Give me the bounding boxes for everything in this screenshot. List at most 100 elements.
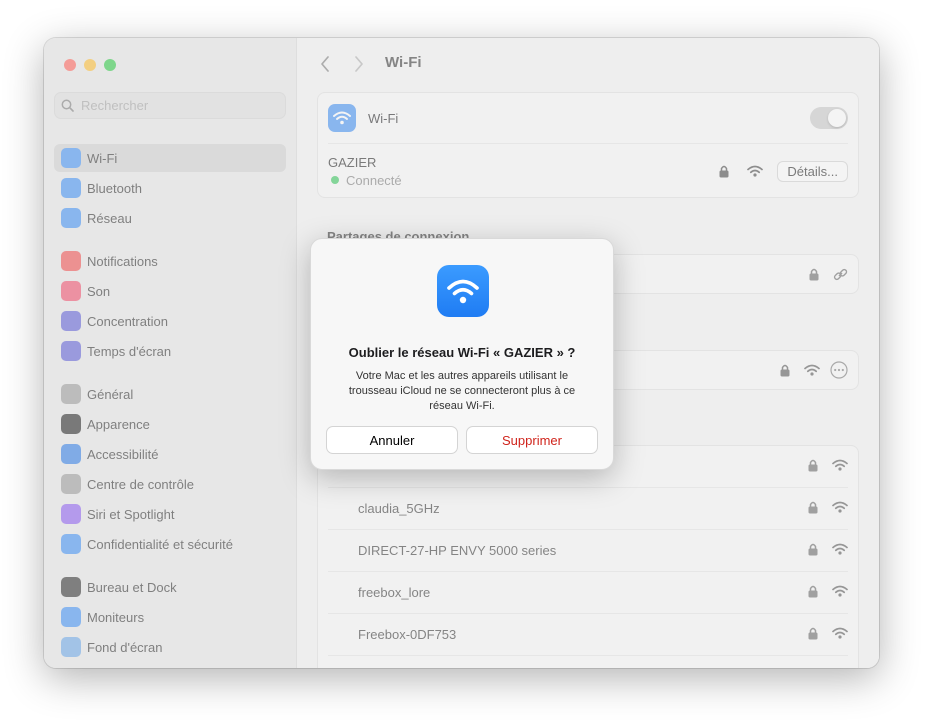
lock-icon bbox=[808, 459, 818, 475]
wifi-app-icon bbox=[328, 104, 356, 132]
lock-icon bbox=[808, 543, 818, 559]
sidebar-item-label: Confidentialité et sécurité bbox=[87, 536, 233, 552]
lock-icon bbox=[808, 501, 818, 517]
sidebar-item-label: Wi-Fi bbox=[87, 150, 118, 166]
sidebar: Wi-Fi Bluetooth Réseau Notifications Son Conc… bbox=[44, 38, 297, 668]
wifi-signal-icon bbox=[832, 543, 848, 558]
sidebar-item-label: Accessibilité bbox=[87, 446, 159, 462]
other-networks-card: claudia_5GHz DIRECT-27-HP ENVY 5000 serie… bbox=[317, 445, 859, 668]
network-row[interactable]: claudia_5GHz bbox=[318, 488, 858, 529]
sidebar-item-label: Temps d'écran bbox=[87, 343, 172, 359]
network-row[interactable]: Freebox-42DF9C bbox=[318, 656, 858, 668]
sidebar-item[interactable]: Apparence bbox=[54, 410, 286, 438]
wifi-label: Wi-Fi bbox=[368, 110, 399, 126]
network-name: Freebox-0DF753 bbox=[358, 627, 457, 642]
forward-button[interactable] bbox=[349, 54, 369, 74]
globe-icon bbox=[61, 208, 81, 228]
connection-status: Connecté bbox=[346, 172, 402, 188]
wifi-signal-icon bbox=[832, 627, 848, 642]
wifi-signal-icon bbox=[832, 585, 848, 600]
sidebar-item[interactable]: Bureau et Dock bbox=[54, 573, 286, 601]
chevron-left-icon bbox=[321, 56, 329, 72]
sidebar-item-label: Apparence bbox=[87, 416, 150, 432]
details-button[interactable]: Détails... bbox=[777, 160, 848, 182]
hourglass-icon bbox=[61, 341, 81, 361]
wifi-dialog-icon bbox=[437, 265, 489, 317]
search-field[interactable] bbox=[54, 92, 286, 119]
network-name: DIRECT-27-HP ENVY 5000 series bbox=[358, 543, 557, 558]
page-title: Wi-Fi bbox=[385, 54, 422, 71]
minimize-window-button[interactable] bbox=[84, 59, 96, 71]
sidebar-item-label: Général bbox=[87, 386, 134, 402]
connected-dot-icon bbox=[331, 176, 339, 184]
wifi-icon bbox=[61, 148, 81, 168]
accessibility-icon bbox=[61, 444, 81, 464]
search-input[interactable] bbox=[79, 97, 273, 114]
sidebar-item[interactable]: Bluetooth bbox=[54, 174, 286, 202]
sidebar-item[interactable]: Accessibilité bbox=[54, 440, 286, 468]
wifi-card: Wi-Fi GAZIER Connecté Détails... bbox=[317, 92, 859, 198]
sidebar-item[interactable]: Wi-Fi bbox=[54, 144, 286, 172]
speaker-icon bbox=[61, 281, 81, 301]
sidebar-item[interactable]: Temps d'écran bbox=[54, 337, 286, 365]
network-list: claudia_5GHz DIRECT-27-HP ENVY 5000 serie… bbox=[318, 446, 858, 668]
lock-icon bbox=[809, 268, 819, 280]
more-options-icon[interactable] bbox=[830, 361, 848, 379]
nav-group-gap bbox=[54, 234, 286, 247]
network-row[interactable]: DIRECT-27-HP ENVY 5000 series bbox=[318, 530, 858, 571]
sidebar-item[interactable]: Fond d'écran bbox=[54, 633, 286, 661]
display-icon bbox=[61, 607, 81, 627]
sidebar-item-label: Fond d'écran bbox=[87, 639, 163, 655]
lock-icon bbox=[780, 364, 790, 376]
chevron-right-icon bbox=[355, 56, 363, 72]
hand-icon bbox=[61, 534, 81, 554]
network-name: claudia_5GHz bbox=[358, 501, 440, 516]
back-button[interactable] bbox=[315, 54, 335, 74]
search-icon bbox=[61, 99, 74, 112]
sidebar-item[interactable]: Son bbox=[54, 277, 286, 305]
bluetooth-icon bbox=[61, 178, 81, 198]
sidebar-item-label: Notifications bbox=[87, 253, 158, 269]
siri-icon bbox=[61, 504, 81, 524]
cancel-button[interactable]: Annuler bbox=[326, 426, 458, 454]
dock-icon bbox=[61, 577, 81, 597]
sidebar-item[interactable]: Confidentialité et sécurité bbox=[54, 530, 286, 558]
sidebar-item-label: Centre de contrôle bbox=[87, 476, 194, 492]
lock-icon bbox=[808, 585, 818, 601]
forget-network-dialog: Oublier le réseau Wi-Fi « GAZIER » ? Vot… bbox=[310, 238, 614, 470]
network-row[interactable]: Freebox-0DF753 bbox=[318, 614, 858, 655]
sidebar-item-label: Siri et Spotlight bbox=[87, 506, 175, 522]
moon-icon bbox=[61, 311, 81, 331]
bell-icon bbox=[61, 251, 81, 271]
delete-button[interactable]: Supprimer bbox=[466, 426, 598, 454]
sidebar-item-label: Moniteurs bbox=[87, 609, 145, 625]
sidebar-item[interactable]: Moniteurs bbox=[54, 603, 286, 631]
window-controls bbox=[64, 59, 116, 71]
appearance-icon bbox=[61, 414, 81, 434]
sidebar-item[interactable]: Concentration bbox=[54, 307, 286, 335]
network-row[interactable]: freebox_lore bbox=[318, 572, 858, 613]
wifi-signal-icon bbox=[832, 459, 848, 474]
control-center-icon bbox=[61, 474, 81, 494]
gear-icon bbox=[61, 384, 81, 404]
nav-group-gap bbox=[54, 367, 286, 380]
close-window-button[interactable] bbox=[64, 59, 76, 71]
sidebar-item[interactable]: Notifications bbox=[54, 247, 286, 275]
sidebar-item-label: Concentration bbox=[87, 313, 168, 329]
maximize-window-button[interactable] bbox=[104, 59, 116, 71]
wifi-toggle[interactable] bbox=[810, 107, 848, 129]
lock-icon bbox=[808, 627, 818, 643]
wifi-signal-icon bbox=[832, 501, 848, 516]
sidebar-item[interactable]: Général bbox=[54, 380, 286, 408]
nav-group-gap bbox=[54, 560, 286, 573]
sidebar-item-label: Son bbox=[87, 283, 111, 299]
toolbar: Wi-Fi bbox=[297, 38, 879, 90]
sidebar-nav: Wi-Fi Bluetooth Réseau Notifications Son Conc… bbox=[54, 144, 286, 663]
dialog-title: Oublier le réseau Wi-Fi « GAZIER » ? bbox=[348, 345, 576, 360]
sidebar-item[interactable]: Siri et Spotlight bbox=[54, 500, 286, 528]
sidebar-item[interactable]: Réseau bbox=[54, 204, 286, 232]
sidebar-item[interactable]: Centre de contrôle bbox=[54, 470, 286, 498]
lock-icon bbox=[719, 165, 729, 177]
wifi-signal-icon bbox=[804, 364, 820, 376]
sidebar-item-label: Réseau bbox=[87, 210, 132, 226]
